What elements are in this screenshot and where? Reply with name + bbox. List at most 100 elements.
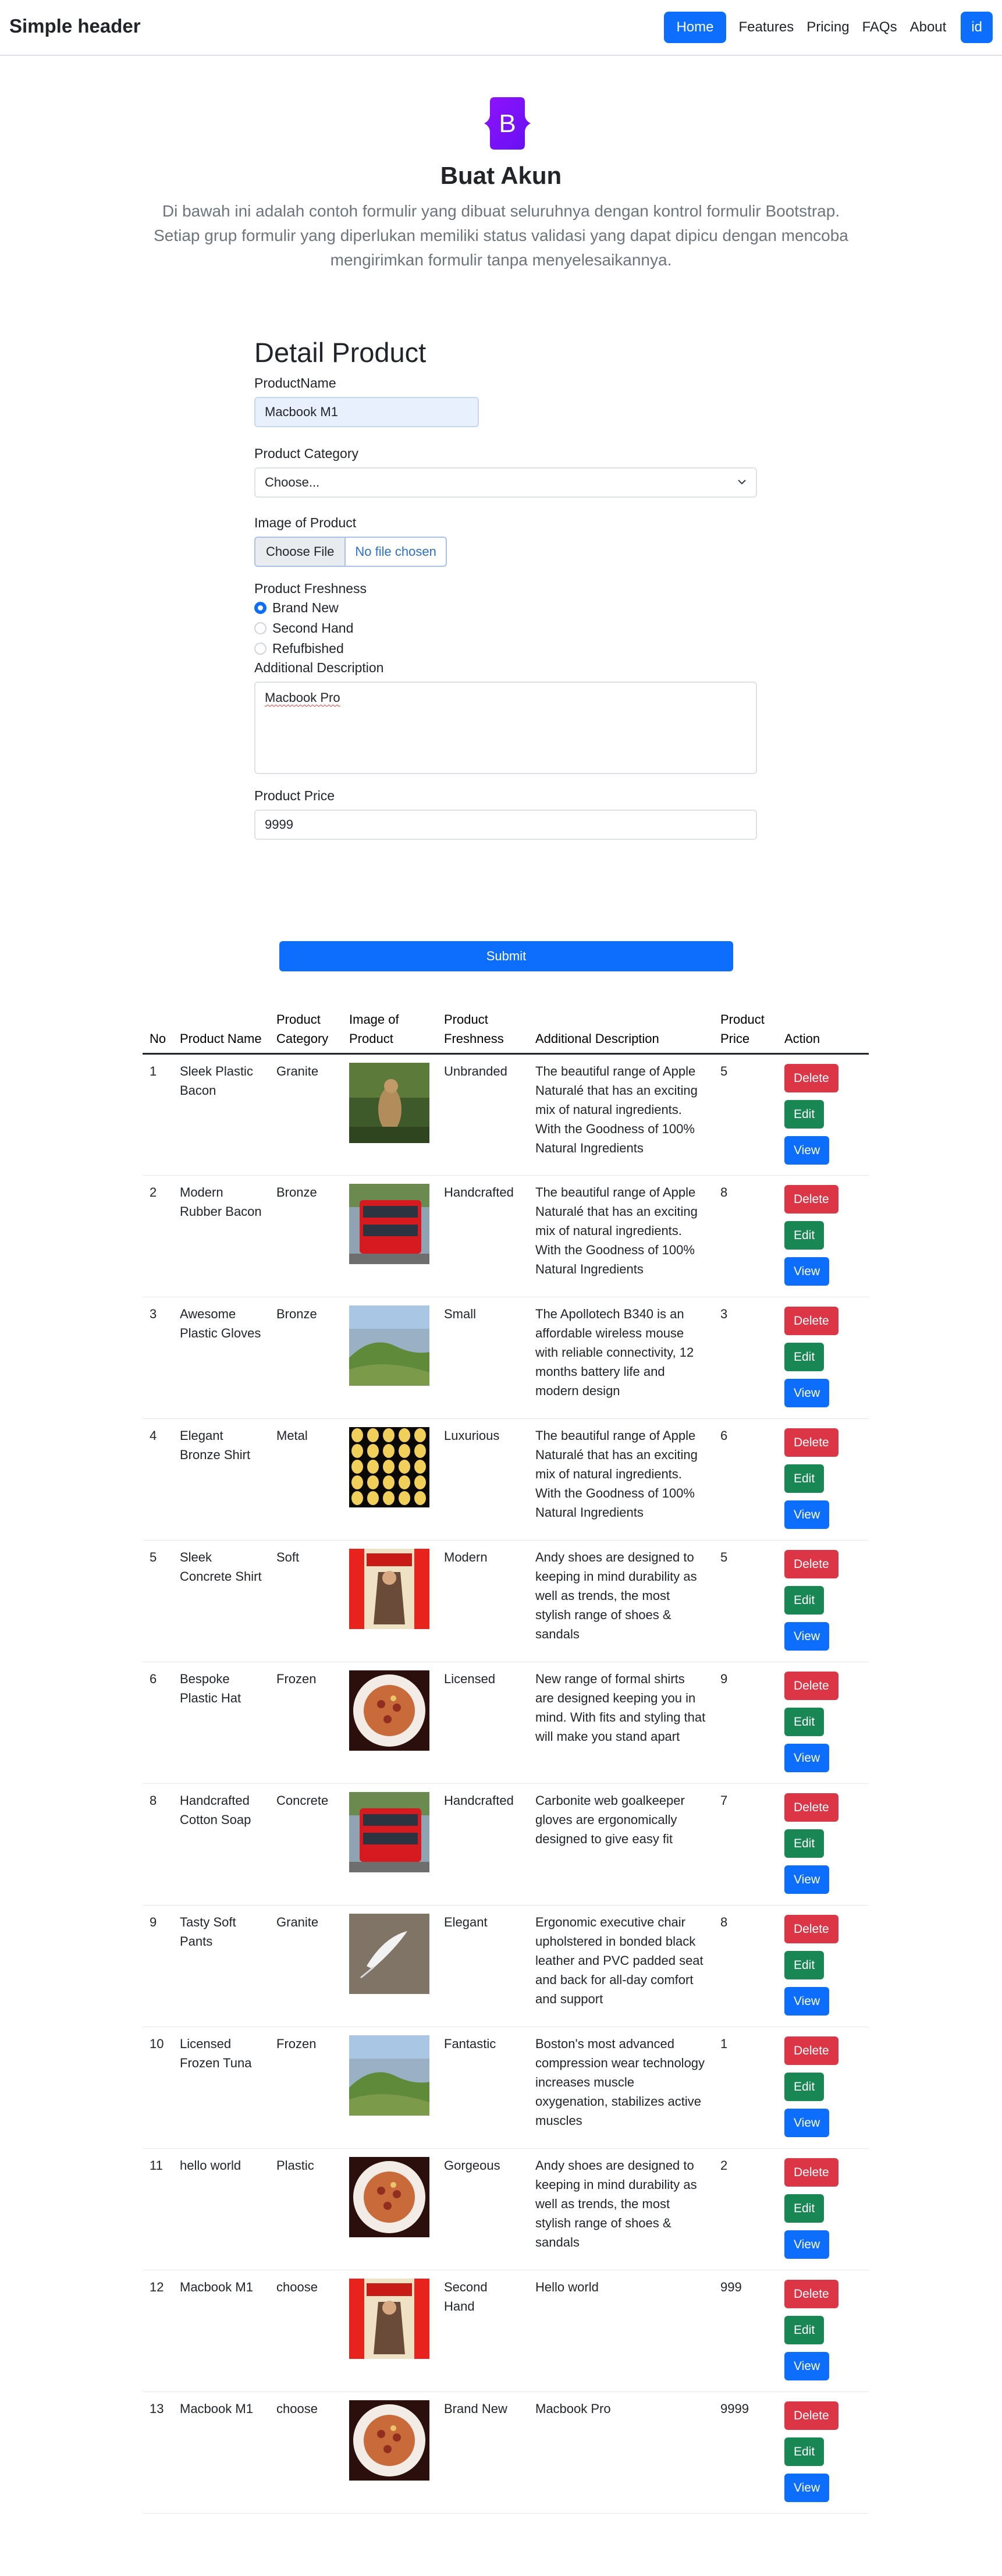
radio-checked-icon[interactable]	[254, 602, 267, 614]
cell-image	[342, 1783, 437, 1906]
brand-title[interactable]: Simple header	[9, 15, 141, 37]
cell-product-name: Macbook M1	[173, 2392, 269, 2514]
cell-product-category: choose	[269, 2270, 342, 2392]
freshness-option-second-hand[interactable]: Second Hand	[254, 618, 757, 638]
header-product-category: Product Category	[269, 1010, 342, 1055]
cell-product-category: choose	[269, 2392, 342, 2514]
header-image: Image of Product	[342, 1010, 437, 1055]
product-table: No Product Name Product Category Image o…	[143, 1010, 869, 2514]
delete-button[interactable]: Delete	[784, 1185, 838, 1214]
cell-image	[342, 1540, 437, 1662]
file-status: No file chosen	[355, 544, 436, 559]
edit-button[interactable]: Edit	[784, 2316, 825, 2344]
view-button[interactable]: View	[784, 1865, 830, 1894]
view-button[interactable]: View	[784, 1136, 830, 1165]
product-name-label: ProductName	[254, 375, 336, 391]
nav-home[interactable]: Home	[664, 12, 726, 43]
cell-price: 5	[713, 1540, 777, 1662]
page-description: Di bawah ini adalah contoh formulir yang…	[154, 202, 848, 269]
edit-button[interactable]: Edit	[784, 1829, 825, 1858]
delete-button[interactable]: Delete	[784, 2036, 838, 2065]
product-name-input[interactable]: Macbook M1	[254, 397, 479, 427]
image-file-input[interactable]: Choose File No file chosen	[254, 537, 447, 567]
kangaroo-photo	[349, 1063, 429, 1143]
view-button[interactable]: View	[784, 1379, 830, 1407]
freshness-option-brand-new[interactable]: Brand New	[254, 598, 757, 618]
cell-price: 6	[713, 1418, 777, 1541]
category-label: Product Category	[254, 446, 358, 461]
cell-freshness: Brand New	[437, 2392, 528, 2514]
cell-freshness: Handcrafted	[437, 1175, 528, 1297]
delete-button[interactable]: Delete	[784, 1307, 838, 1335]
language-button[interactable]: id	[961, 12, 993, 43]
freshness-option-label: Refufbished	[272, 641, 344, 656]
cell-actions: Delete Edit View	[777, 1540, 869, 1662]
delete-button[interactable]: Delete	[784, 1550, 838, 1578]
view-button[interactable]: View	[784, 1987, 830, 2016]
cell-description: Hello world	[528, 2270, 713, 2392]
nav-pricing[interactable]: Pricing	[800, 12, 855, 43]
view-button[interactable]: View	[784, 2352, 830, 2380]
view-button[interactable]: View	[784, 1257, 830, 1286]
edit-button[interactable]: Edit	[784, 2194, 825, 2223]
cell-price: 9	[713, 1662, 777, 1784]
table-header-row: No Product Name Product Category Image o…	[143, 1010, 869, 1055]
hill-landscape-photo	[349, 2035, 429, 2116]
cell-freshness: Unbranded	[437, 1053, 528, 1176]
freshness-option-label: Second Hand	[272, 620, 354, 636]
nav-faqs[interactable]: FAQs	[856, 12, 904, 43]
description-textarea[interactable]: Macbook Pro	[254, 682, 757, 774]
view-button[interactable]: View	[784, 1500, 830, 1529]
freshness-label: Product Freshness	[254, 581, 367, 596]
cell-no: 1	[143, 1053, 173, 1176]
edit-button[interactable]: Edit	[784, 2073, 825, 2101]
freshness-option-label: Brand New	[272, 600, 339, 615]
cell-no: 10	[143, 2027, 173, 2149]
view-button[interactable]: View	[784, 1622, 830, 1651]
cell-description: The beautiful range of Apple Naturalé th…	[528, 1053, 713, 1176]
delete-button[interactable]: Delete	[784, 1793, 838, 1822]
radio-icon[interactable]	[254, 622, 267, 634]
nav-about[interactable]: About	[904, 12, 953, 43]
submit-button[interactable]: Submit	[279, 941, 733, 971]
delete-button[interactable]: Delete	[784, 1672, 838, 1700]
radio-icon[interactable]	[254, 643, 267, 655]
delete-button[interactable]: Delete	[784, 1915, 838, 1943]
edit-button[interactable]: Edit	[784, 1586, 825, 1615]
edit-button[interactable]: Edit	[784, 1221, 825, 1250]
delete-button[interactable]: Delete	[784, 2158, 838, 2187]
cell-image	[342, 1662, 437, 1784]
edit-button[interactable]: Edit	[784, 1100, 825, 1129]
delete-button[interactable]: Delete	[784, 1428, 838, 1457]
header-no: No	[143, 1010, 173, 1055]
freshness-option-refurbished[interactable]: Refufbished	[254, 638, 757, 659]
header-action: Action	[777, 1010, 869, 1055]
view-button[interactable]: View	[784, 2230, 830, 2259]
edit-button[interactable]: Edit	[784, 1464, 825, 1493]
view-button[interactable]: View	[784, 2474, 830, 2502]
choose-file-button[interactable]: Choose File	[255, 538, 346, 566]
edit-button[interactable]: Edit	[784, 1708, 825, 1736]
cell-actions: Delete Edit View	[777, 1175, 869, 1297]
category-select[interactable]: Choose...	[254, 467, 757, 498]
description-label: Additional Description	[254, 660, 384, 675]
cell-product-category: Bronze	[269, 1297, 342, 1419]
view-button[interactable]: View	[784, 1744, 830, 1772]
delete-button[interactable]: Delete	[784, 2280, 838, 2308]
view-button[interactable]: View	[784, 2109, 830, 2137]
cell-product-name: Awesome Plastic Gloves	[173, 1297, 269, 1419]
edit-button[interactable]: Edit	[784, 1343, 825, 1371]
edit-button[interactable]: Edit	[784, 1951, 825, 1979]
table-row: 4 Elegant Bronze Shirt Metal Luxurious The b…	[143, 1418, 869, 1541]
delete-button[interactable]: Delete	[784, 2401, 838, 2430]
cell-image	[342, 1053, 437, 1176]
delete-button[interactable]: Delete	[784, 1064, 838, 1092]
main-nav: Home Features Pricing FAQs About id	[664, 12, 993, 43]
table-row: 11 hello world Plastic Gorgeous Andy shoes a…	[143, 2148, 869, 2270]
table-body: 1 Sleek Plastic Bacon Granite Unbranded The …	[143, 1053, 869, 2514]
edit-button[interactable]: Edit	[784, 2437, 825, 2466]
nav-features[interactable]: Features	[733, 12, 801, 43]
price-input[interactable]: 9999	[254, 810, 757, 840]
cell-description: Macbook Pro	[528, 2392, 713, 2514]
category-select-value[interactable]: Choose...	[254, 467, 757, 498]
